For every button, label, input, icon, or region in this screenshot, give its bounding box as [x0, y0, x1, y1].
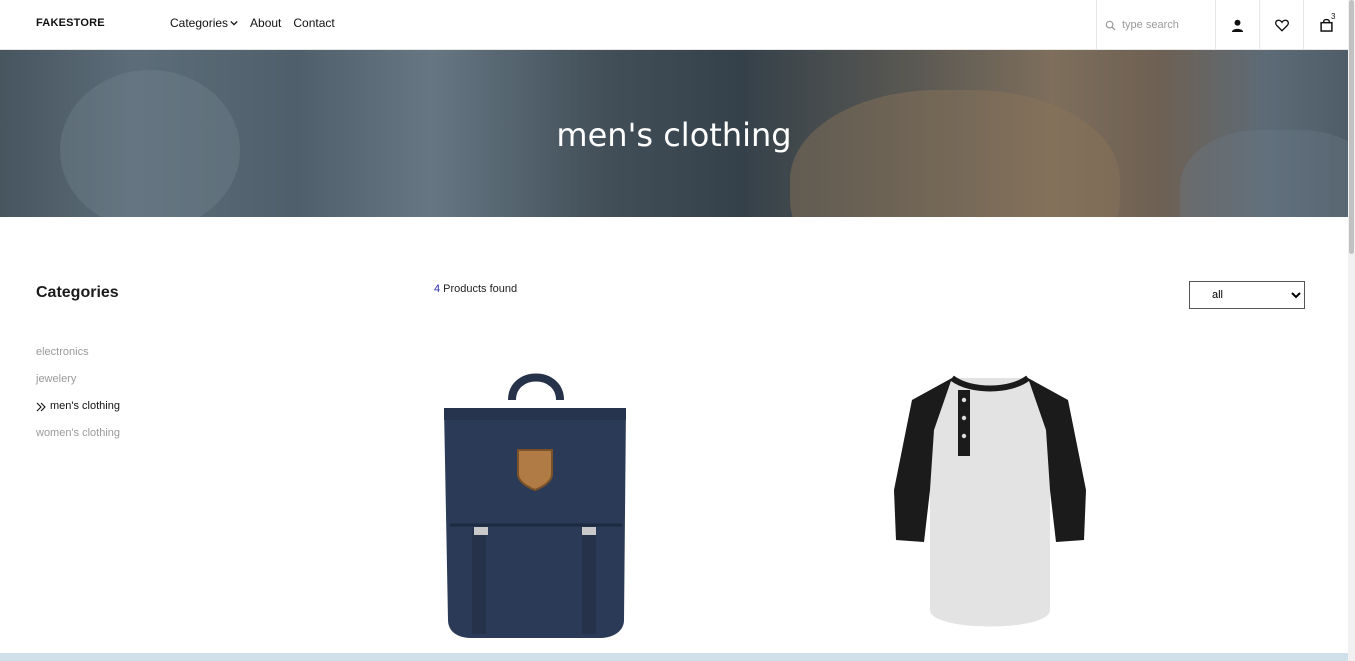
page: FAKESTORE Categories About Contact 3	[0, 0, 1348, 661]
backpack-product-image	[444, 373, 626, 638]
nav-categories[interactable]: Categories	[170, 16, 238, 30]
nav-contact[interactable]: Contact	[293, 16, 334, 30]
brand-logo[interactable]: FAKESTORE	[36, 17, 105, 29]
scrollbar-thumb[interactable]	[1349, 0, 1354, 254]
top-navbar: FAKESTORE Categories About Contact 3	[0, 0, 1348, 50]
category-item-electronics[interactable]: electronics	[36, 346, 120, 373]
category-label: electronics	[36, 346, 89, 358]
cart-count-badge: 3	[1331, 12, 1336, 21]
category-item-mens-clothing[interactable]: men's clothing	[36, 400, 120, 427]
chevron-down-icon	[230, 20, 238, 26]
category-item-womens-clothing[interactable]: women's clothing	[36, 427, 120, 454]
cart-button[interactable]: 3	[1304, 0, 1348, 50]
products-found-count: 4	[434, 283, 441, 295]
category-label: men's clothing	[50, 400, 120, 412]
user-icon	[1231, 19, 1244, 32]
nav-about[interactable]: About	[250, 16, 281, 30]
category-label: jewelery	[36, 373, 77, 385]
product-card-backpack[interactable]	[436, 370, 636, 640]
search-icon	[1105, 20, 1116, 31]
hero-title: men's clothing	[556, 116, 792, 154]
category-hero-banner: men's clothing	[0, 50, 1348, 217]
nav-categories-label: Categories	[170, 16, 229, 30]
filter-select[interactable]: all	[1189, 281, 1305, 309]
sidebar-title: Categories	[36, 284, 119, 301]
search-box	[1096, 0, 1216, 50]
heart-icon	[1274, 19, 1289, 32]
category-list: electronics jewelery men's clothing wome…	[36, 346, 120, 454]
category-label: women's clothing	[36, 427, 121, 439]
bottom-strip	[0, 653, 1348, 661]
shirt-product-image	[894, 375, 1086, 627]
search-input[interactable]	[1122, 19, 1212, 31]
wishlist-button[interactable]	[1260, 0, 1304, 50]
product-card-henley-shirt[interactable]	[890, 370, 1090, 640]
page-scrollbar[interactable]	[1348, 0, 1355, 661]
products-found-label: Products found	[443, 283, 518, 295]
products-found-text: 4 Products found	[434, 283, 517, 295]
double-chevron-right-icon	[36, 402, 46, 412]
account-button[interactable]	[1216, 0, 1260, 50]
main-nav: Categories About Contact	[170, 16, 335, 30]
category-item-jewelery[interactable]: jewelery	[36, 373, 120, 400]
